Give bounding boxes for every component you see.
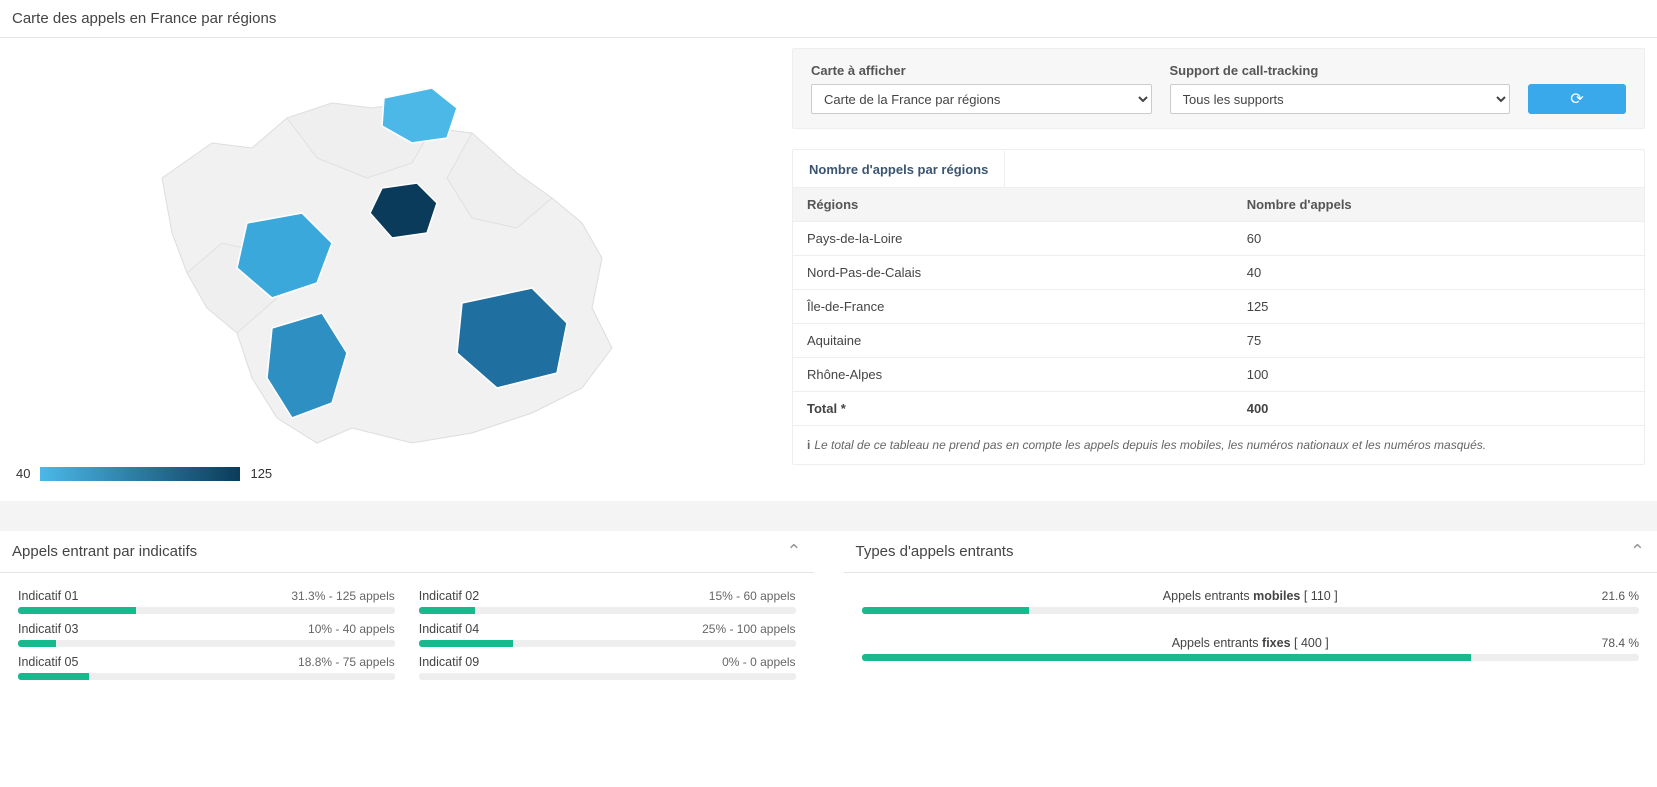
types-panel: Types d'appels entrants ⌃ Appels entrant… <box>844 531 1657 699</box>
indicatif-item: Indicatif 09 0% - 0 appels <box>419 655 796 680</box>
indicatif-bar <box>18 673 395 680</box>
indicatif-item: Indicatif 03 10% - 40 appels <box>18 622 395 647</box>
indicatif-detail: 25% - 100 appels <box>702 622 795 636</box>
map-france[interactable] <box>12 48 772 458</box>
map-select[interactable]: Carte de la France par régions <box>811 84 1152 114</box>
refresh-button[interactable]: ⟳ <box>1528 84 1626 114</box>
col-region: Régions <box>793 188 1233 222</box>
tab-calls-by-region[interactable]: Nombre d'appels par régions <box>793 150 1005 187</box>
col-calls: Nombre d'appels <box>1233 188 1644 222</box>
table-row: Pays-de-la-Loire60 <box>793 222 1644 256</box>
indicatif-detail: 18.8% - 75 appels <box>298 655 395 669</box>
type-fixes-row: Appels entrants fixes [ 400 ] 78.4 % <box>862 636 1640 661</box>
type-fixes-bar <box>862 654 1472 661</box>
region-calls-box: Nombre d'appels par régions Régions Nomb… <box>792 149 1645 465</box>
table-row: Rhône-Alpes100 <box>793 358 1644 392</box>
map-legend: 40 125 <box>12 458 772 481</box>
indicatifs-panel: Appels entrant par indicatifs ⌃ Indicati… <box>0 531 814 699</box>
indicatifs-title: Appels entrant par indicatifs <box>12 543 197 560</box>
type-mobiles-row: Appels entrants mobiles [ 110 ] 21.6 % <box>862 589 1640 614</box>
legend-min: 40 <box>16 466 30 481</box>
table-row: Nord-Pas-de-Calais40 <box>793 256 1644 290</box>
types-title: Types d'appels entrants <box>856 543 1014 560</box>
page-title-bar: Carte des appels en France par régions <box>0 0 1657 38</box>
indicatif-name: Indicatif 05 <box>18 655 78 669</box>
indicatif-item: Indicatif 01 31.3% - 125 appels <box>18 589 395 614</box>
indicatif-bar <box>419 673 796 680</box>
indicatif-name: Indicatif 04 <box>419 622 479 636</box>
collapse-icon[interactable]: ⌃ <box>786 541 801 562</box>
region-table: Régions Nombre d'appels Pays-de-la-Loire… <box>793 188 1644 426</box>
table-row: Île-de-France125 <box>793 290 1644 324</box>
type-mobiles-bar <box>862 607 1030 614</box>
section-divider <box>0 501 1657 531</box>
indicatif-name: Indicatif 01 <box>18 589 78 603</box>
legend-max: 125 <box>250 466 272 481</box>
support-select-label: Support de call-tracking <box>1170 63 1511 78</box>
indicatif-name: Indicatif 03 <box>18 622 78 636</box>
indicatif-item: Indicatif 05 18.8% - 75 appels <box>18 655 395 680</box>
type-mobiles-pct: 21.6 % <box>1602 589 1639 603</box>
indicatif-detail: 0% - 0 appels <box>722 655 795 669</box>
indicatif-item: Indicatif 02 15% - 60 appels <box>419 589 796 614</box>
indicatif-name: Indicatif 02 <box>419 589 479 603</box>
legend-gradient <box>40 467 240 481</box>
table-row: Aquitaine75 <box>793 324 1644 358</box>
map-select-label: Carte à afficher <box>811 63 1152 78</box>
indicatif-bar <box>18 607 395 614</box>
collapse-icon[interactable]: ⌃ <box>1630 541 1645 562</box>
indicatif-bar <box>419 607 796 614</box>
indicatif-bar <box>419 640 796 647</box>
table-total-row: Total *400 <box>793 392 1644 426</box>
indicatif-detail: 15% - 60 appels <box>709 589 796 603</box>
map-panel: 40 125 <box>12 38 772 501</box>
indicatif-name: Indicatif 09 <box>419 655 479 669</box>
map-svg <box>12 48 772 458</box>
table-footnote: iLe total de ce tableau ne prend pas en … <box>793 426 1644 464</box>
refresh-icon: ⟳ <box>1570 89 1583 109</box>
indicatif-bar <box>18 640 395 647</box>
indicatif-detail: 31.3% - 125 appels <box>291 589 394 603</box>
indicatif-item: Indicatif 04 25% - 100 appels <box>419 622 796 647</box>
controls-box: Carte à afficher Carte de la France par … <box>792 48 1645 129</box>
info-icon: i <box>807 438 810 452</box>
indicatif-detail: 10% - 40 appels <box>308 622 395 636</box>
support-select[interactable]: Tous les supports <box>1170 84 1511 114</box>
type-fixes-pct: 78.4 % <box>1602 636 1639 650</box>
page-title: Carte des appels en France par régions <box>12 10 276 27</box>
